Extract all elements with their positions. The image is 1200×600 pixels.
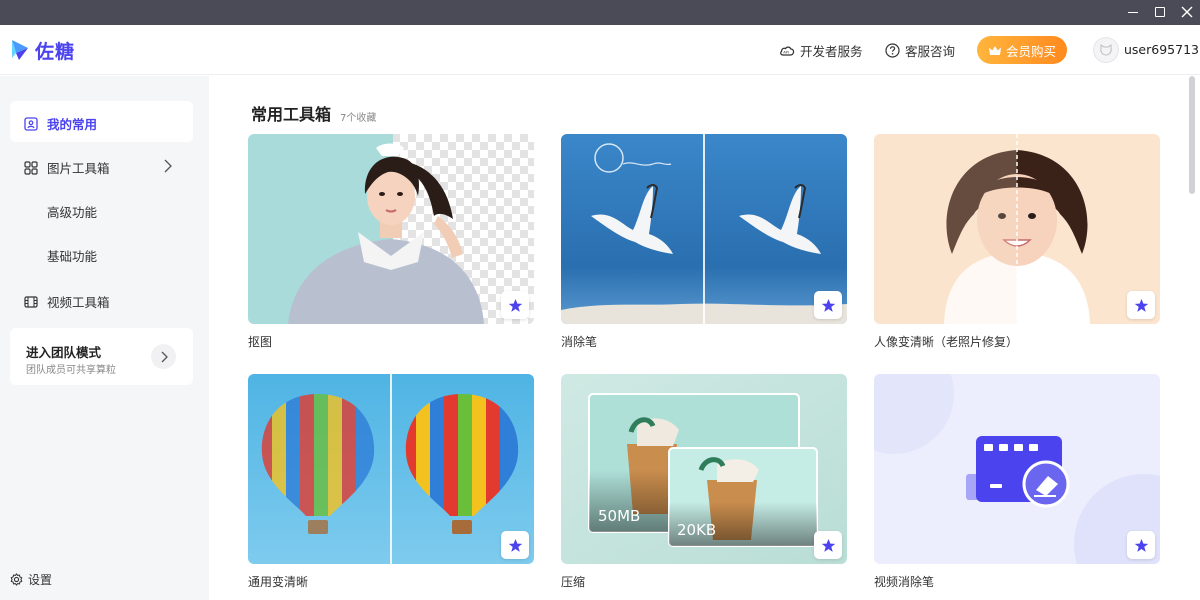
cat-avatar-icon	[1100, 44, 1112, 56]
star-icon	[508, 298, 522, 312]
tool-label-general-enhance[interactable]: 通用变清晰	[248, 573, 308, 590]
tool-label-cutout[interactable]: 抠图	[248, 333, 272, 350]
tool-label-video-eraser[interactable]: 视频消除笔	[874, 573, 934, 590]
video-eraser-preview-image	[874, 374, 1160, 564]
gear-icon	[10, 573, 23, 586]
tool-label-compress[interactable]: 压缩	[561, 573, 585, 590]
star-icon	[821, 298, 835, 312]
username[interactable]: user695713	[1124, 42, 1199, 57]
eraser-preview-image	[561, 134, 847, 324]
compress-size-after: 20KB	[677, 521, 717, 539]
tool-label-eraser[interactable]: 消除笔	[561, 333, 597, 350]
maximize-icon[interactable]	[1150, 3, 1170, 21]
avatar[interactable]	[1093, 37, 1119, 63]
cloud-api-icon: API	[780, 46, 795, 56]
settings-button[interactable]: 设置	[10, 571, 52, 588]
star-icon	[821, 538, 835, 552]
developer-service-link[interactable]: API 开发者服务	[779, 41, 863, 60]
favorite-star-button[interactable]	[1127, 531, 1155, 559]
main-scrollbar[interactable]	[1189, 76, 1195, 194]
minimize-icon[interactable]	[1123, 3, 1143, 21]
star-icon	[1134, 538, 1148, 552]
page-title: 常用工具箱	[251, 105, 332, 124]
close-icon[interactable]	[1177, 3, 1197, 21]
favorite-star-button[interactable]	[501, 531, 529, 559]
favorite-star-button[interactable]	[1127, 291, 1155, 319]
tool-label-portrait-enhance[interactable]: 人像变清晰（老照片修复）	[874, 333, 1018, 350]
cutout-preview-image	[248, 134, 534, 324]
user-card-icon	[24, 116, 38, 131]
compress-size-before: 50MB	[598, 507, 641, 525]
crown-icon	[988, 45, 1001, 55]
team-mode-arrow-button[interactable]	[151, 344, 176, 369]
chevron-right-icon	[161, 351, 168, 362]
film-icon	[24, 295, 38, 308]
help-circle-icon	[885, 43, 900, 58]
team-mode-title: 进入团队模式	[26, 345, 102, 360]
svg-text:API: API	[783, 50, 789, 54]
tool-card-video-eraser[interactable]	[874, 374, 1160, 564]
brand-logo-icon	[12, 40, 28, 60]
tool-card-eraser[interactable]	[561, 134, 847, 324]
chevron-right-icon[interactable]	[163, 159, 173, 173]
tool-card-general-enhance[interactable]	[248, 374, 534, 564]
general-enhance-preview-image	[248, 374, 534, 564]
star-icon	[1134, 298, 1148, 312]
favorite-star-button[interactable]	[814, 531, 842, 559]
sidebar-item-basic[interactable]: 基础功能	[47, 246, 97, 265]
vip-purchase-button[interactable]: 会员购买	[977, 36, 1067, 64]
brand-name: 佐糖	[35, 41, 76, 63]
app-header: 佐糖 API 开发者服务 客服咨询 会员购买 user695713	[0, 25, 1200, 75]
tool-card-cutout[interactable]	[248, 134, 534, 324]
customer-service-link[interactable]: 客服咨询	[885, 41, 955, 60]
sidebar-item-my-favorites[interactable]: 我的常用	[24, 114, 97, 133]
portrait-enhance-preview-image	[874, 134, 1160, 324]
tool-card-portrait-enhance[interactable]	[874, 134, 1160, 324]
tool-card-compress[interactable]: 50MB 20KB	[561, 374, 847, 564]
sidebar-item-advanced[interactable]: 高级功能	[47, 202, 97, 221]
grid-icon	[24, 160, 38, 175]
sidebar-item-video-toolbox[interactable]: 视频工具箱	[24, 292, 110, 311]
sidebar-item-image-toolbox[interactable]: 图片工具箱	[24, 158, 110, 177]
team-mode-card[interactable]: 进入团队模式 团队成员可共享算粒	[10, 328, 193, 385]
favorite-star-button[interactable]	[814, 291, 842, 319]
favorites-count: 7个收藏	[340, 113, 377, 124]
window-titlebar	[0, 0, 1200, 25]
sidebar: 我的常用 图片工具箱 高级功能 基础功能 视频工具箱 进入团队模式 团队成员可共…	[0, 76, 209, 600]
team-mode-subtitle: 团队成员可共享算粒	[26, 365, 116, 376]
favorite-star-button[interactable]	[501, 291, 529, 319]
star-icon	[508, 538, 522, 552]
